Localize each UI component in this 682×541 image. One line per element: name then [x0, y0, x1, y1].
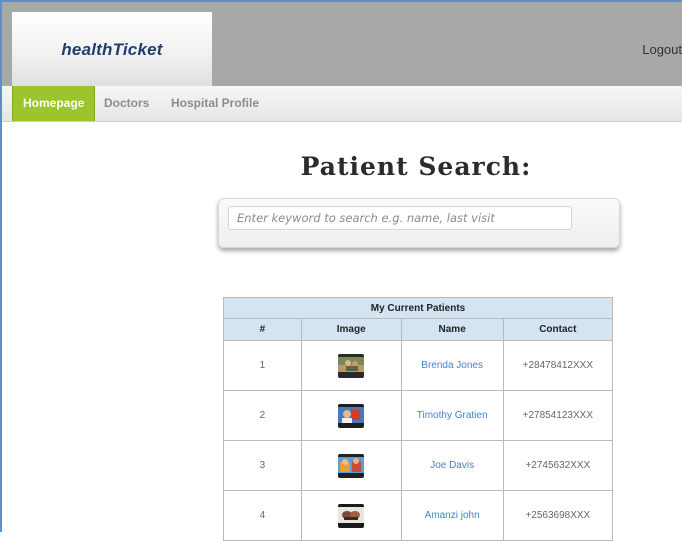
patient-contact: +2563698XXX	[502, 490, 614, 541]
nav-item-doctors[interactable]: Doctors	[104, 86, 149, 121]
row-number: 3	[223, 440, 302, 491]
patient-name-link[interactable]: Timothy Gratien	[400, 390, 504, 441]
logout-link[interactable]: Logout	[642, 42, 682, 57]
patient-name-link[interactable]: Joe Davis	[400, 440, 504, 491]
brand-name: healthTicket	[61, 40, 163, 59]
column-header-image: Image	[300, 318, 402, 341]
patients-table: My Current Patients # Image Name Contact…	[223, 297, 614, 541]
patient-name-link[interactable]: Amanzi john	[400, 490, 504, 541]
search-input[interactable]	[228, 206, 572, 230]
nav-item-hospital-profile[interactable]: Hospital Profile	[171, 86, 259, 121]
page-title: Patient Search:	[300, 152, 532, 181]
search-panel	[218, 198, 620, 248]
patient-photo-icon[interactable]	[338, 453, 365, 478]
table-row[interactable]: 1 Brenda Jones +28478412XXX	[223, 340, 614, 391]
patient-name-link[interactable]: Brenda Jones	[400, 340, 504, 391]
app-header: healthTicket Logout	[2, 2, 682, 88]
patient-photo-icon[interactable]	[338, 353, 365, 378]
patient-photo-icon[interactable]	[338, 403, 365, 428]
patient-photo-icon[interactable]	[338, 503, 365, 528]
main-nav: Homepage Doctors Hospital Profile	[2, 86, 682, 122]
column-header-number: #	[223, 318, 302, 341]
table-caption: My Current Patients	[223, 297, 613, 319]
brand-logo[interactable]: healthTicket	[12, 12, 212, 88]
column-header-contact: Contact	[502, 318, 614, 341]
column-header-name: Name	[400, 318, 504, 341]
patient-contact: +2745632XXX	[502, 440, 614, 491]
table-row[interactable]: 3 Joe Davis +2745632XXX	[223, 440, 614, 491]
row-image	[300, 490, 402, 541]
table-row[interactable]: 2 Timothy Gratien +27854123XXX	[223, 390, 614, 441]
row-number: 1	[223, 340, 302, 391]
patient-contact: +27854123XXX	[502, 390, 614, 441]
row-image	[300, 390, 402, 441]
row-image	[300, 440, 402, 491]
row-number: 4	[223, 490, 302, 541]
row-number: 2	[223, 390, 302, 441]
patient-contact: +28478412XXX	[502, 340, 614, 391]
nav-item-homepage[interactable]: Homepage	[12, 86, 96, 121]
row-image	[300, 340, 402, 391]
table-row[interactable]: 4 Amanzi john +2563698XXX	[223, 490, 614, 541]
